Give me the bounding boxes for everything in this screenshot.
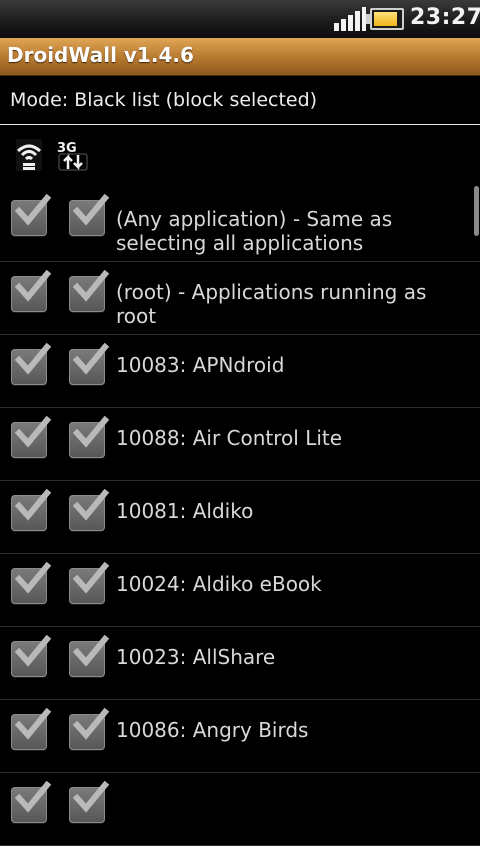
3g-checkbox[interactable] [69,635,110,677]
wifi-checkbox[interactable] [11,562,52,604]
mode-header[interactable]: Mode: Black list (block selected) [0,77,480,125]
checkmark-icon [72,489,110,521]
app-label: 10086: Angry Birds [116,718,309,742]
wifi-icon [16,139,42,171]
checkmark-icon [14,562,52,594]
list-item[interactable]: 10023: AllShare [0,627,480,700]
checkmark-icon [14,194,52,226]
app-label: 10024: Aldiko eBook [116,572,322,596]
checkmark-icon [72,708,110,740]
app-label: (root) - Applications running as root [116,280,427,328]
3g-checkbox[interactable] [69,708,110,750]
title-bar: DroidWall v1.4.6 [0,38,480,76]
checkmark-icon [72,635,110,667]
3g-checkbox[interactable] [69,781,110,823]
signal-bars-icon [334,7,366,31]
app-title: DroidWall v1.4.6 [7,43,194,67]
3g-checkbox[interactable] [69,270,110,312]
app-list[interactable]: (Any application) - Same as selecting al… [0,186,480,846]
app-label: 10023: AllShare [116,645,276,669]
list-item[interactable]: 10083: APNdroid [0,335,480,408]
wifi-checkbox[interactable] [11,489,52,531]
checkmark-icon [72,416,110,448]
app-label: 10088: Air Control Lite [116,426,343,450]
checkmark-icon [72,343,110,375]
wifi-checkbox[interactable] [11,343,52,385]
checkmark-icon [72,781,110,813]
status-bar: 23:27 [0,0,480,39]
wifi-checkbox[interactable] [11,416,52,458]
mode-label: Mode: Black list (block selected) [10,89,318,111]
clock: 23:27 [410,5,480,30]
battery-level [374,12,397,26]
list-item[interactable]: (root) - Applications running as root [0,262,480,335]
3g-checkbox[interactable] [69,489,110,531]
3g-checkbox[interactable] [69,343,110,385]
checkmark-icon [14,343,52,375]
app-label: 10081: Aldiko [116,499,254,523]
app-label: 10083: APNdroid [116,353,285,377]
column-icons: 3G [0,125,480,185]
list-item[interactable] [0,773,480,846]
battery-icon [370,8,404,30]
list-item[interactable]: 10081: Aldiko [0,481,480,554]
list-item[interactable]: 10088: Air Control Lite [0,408,480,481]
list-item[interactable]: 10024: Aldiko eBook [0,554,480,627]
list-item[interactable]: 10086: Angry Birds [0,700,480,773]
3g-checkbox[interactable] [69,562,110,604]
checkmark-icon [72,562,110,594]
3g-checkbox[interactable] [69,416,110,458]
wifi-checkbox[interactable] [11,194,52,236]
checkmark-icon [14,489,52,521]
checkmark-icon [14,708,52,740]
checkmark-icon [14,635,52,667]
wifi-checkbox[interactable] [11,270,52,312]
app-label: (Any application) - Same as selecting al… [116,207,393,255]
wifi-checkbox[interactable] [11,635,52,677]
wifi-checkbox[interactable] [11,781,52,823]
checkmark-icon [14,270,52,302]
3g-checkbox[interactable] [69,194,110,236]
wifi-checkbox[interactable] [11,708,52,750]
checkmark-icon [14,416,52,448]
list-item[interactable]: (Any application) - Same as selecting al… [0,186,480,262]
scrollbar[interactable] [474,186,479,236]
3g-data-icon: 3G [57,141,88,171]
checkmark-icon [72,270,110,302]
checkmark-icon [72,194,110,226]
checkmark-icon [14,781,52,813]
